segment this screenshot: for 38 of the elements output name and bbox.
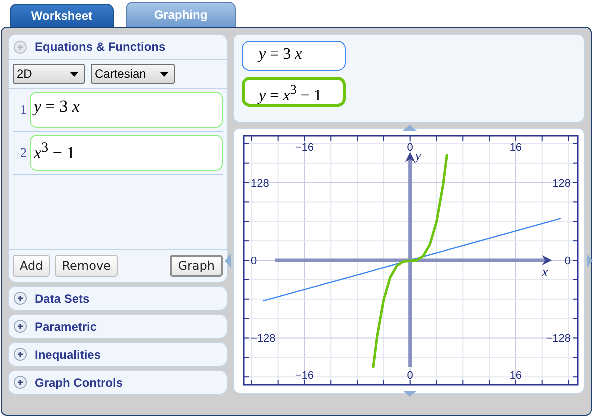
- y-tick-label: 128: [552, 178, 571, 190]
- equation-field[interactable]: x$^{3}$ − 1: [30, 135, 223, 171]
- action-button[interactable]: Add: [13, 255, 50, 277]
- x-tick-label: −16: [295, 142, 314, 154]
- action-button[interactable]: Graph: [170, 255, 223, 277]
- section-title[interactable]: Inequalities: [35, 348, 102, 362]
- expand-icon[interactable]: [14, 320, 27, 333]
- y-tick-label: 0: [564, 256, 571, 268]
- tab[interactable]: Worksheet: [10, 4, 114, 27]
- coordinate-select[interactable]: Cartesian: [91, 64, 175, 84]
- dimension-select[interactable]: 2D: [13, 64, 85, 84]
- line-number: 1: [20, 102, 27, 118]
- x-axis-label: x: [542, 264, 548, 280]
- caret-icon: [160, 72, 169, 76]
- x-tick-label: 0: [407, 142, 414, 154]
- caret-icon: [70, 72, 79, 76]
- y-axis-label: y: [415, 148, 422, 164]
- expand-icon[interactable]: [14, 376, 27, 389]
- equation-field[interactable]: y = 3 x: [30, 92, 223, 128]
- section-title[interactable]: Data Sets: [35, 292, 90, 306]
- x-tick-label: 0: [407, 370, 414, 382]
- action-button[interactable]: Remove: [55, 255, 118, 277]
- expand-icon[interactable]: [14, 292, 27, 305]
- x-tick-label: 16: [510, 370, 522, 382]
- line-number: 2: [20, 145, 27, 161]
- section-title[interactable]: Equations & Functions: [35, 40, 166, 54]
- function-legend-item[interactable]: y = 3 x: [242, 41, 346, 71]
- section-title[interactable]: Parametric: [35, 320, 98, 334]
- y-tick-label: 128: [251, 178, 270, 190]
- expand-icon[interactable]: [14, 348, 27, 361]
- x-tick-label: −16: [295, 370, 314, 382]
- pan-arrow-icon[interactable]: [587, 254, 593, 268]
- function-legend-item[interactable]: y = x$^{3}$ − 1: [242, 77, 346, 107]
- y-tick-label: −128: [546, 333, 571, 346]
- y-tick-label: 0: [251, 256, 258, 268]
- y-tick-label: −128: [251, 333, 276, 346]
- section-title[interactable]: Graph Controls: [35, 376, 124, 390]
- x-tick-label: 16: [510, 142, 522, 154]
